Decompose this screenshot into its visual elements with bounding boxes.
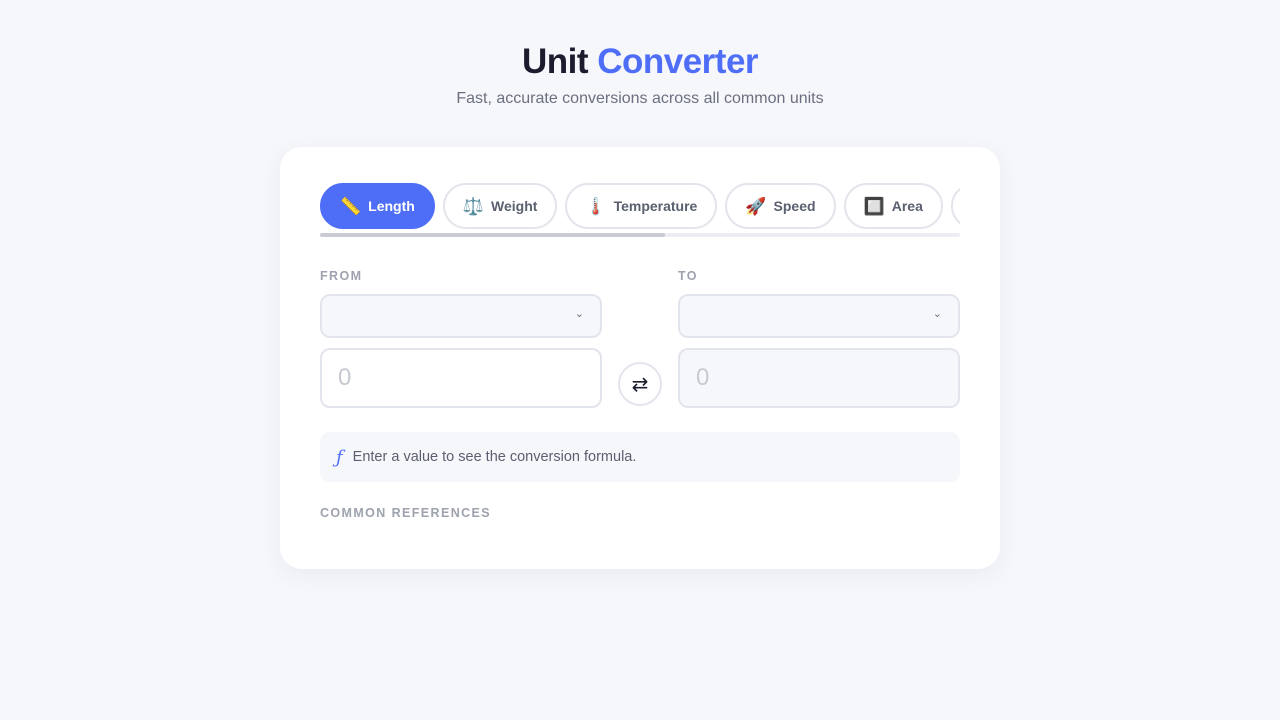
page-subtitle: Fast, accurate conversions across all co… [456,90,824,107]
tab-label: Speed [773,198,816,214]
to-value-output: 0 [678,348,960,408]
tab-weight[interactable]: ⚖️ Weight [442,183,558,229]
scale-icon: ⚖️ [462,196,484,216]
title-part-unit: Unit [521,42,589,81]
category-tabs: 📏 Length ⚖️ Weight 🌡️ Temperature 🚀 Spee… [320,183,960,237]
rocket-icon: 🚀 [745,196,767,216]
ruler-icon: 📏 [340,196,362,216]
swap-icon: ⇄ [631,373,649,396]
tab-label: Weight [491,198,538,214]
chevron-down-icon: ⌄ [932,308,942,320]
page-title: Unit Converter [0,40,1280,84]
title-part-converter: Converter [597,42,759,81]
tabs-scrollbar-thumb[interactable] [320,233,665,237]
from-unit-select[interactable]: ⌄ [320,294,602,338]
tab-label: Length [368,198,415,214]
to-label: TO [678,269,698,283]
tab-area[interactable]: 🔲 Area [843,183,943,229]
common-references-label: COMMON REFERENCES [320,506,492,520]
page-header: Unit Converter Fast, accurate conversion… [0,40,1280,108]
from-label: FROM [320,269,363,283]
chevron-down-icon: ⌄ [574,308,584,320]
thermometer-icon: 🌡️ [585,196,607,216]
converter-card: 📏 Length ⚖️ Weight 🌡️ Temperature 🚀 Spee… [280,147,1000,569]
tab-length[interactable]: 📏 Length [320,183,435,229]
tab-label: Temperature [613,198,698,214]
tab-label: Area [891,198,923,214]
swap-units-button[interactable]: ⇄ [618,362,662,406]
tab-volume[interactable]: 🧪 [950,183,960,229]
formula-box: ƒ Enter a value to see the conversion fo… [320,432,960,482]
to-unit-select[interactable]: ⌄ [678,294,960,338]
tab-temperature[interactable]: 🌡️ Temperature [565,183,718,229]
function-icon: ƒ [336,446,343,468]
tabs-scrollbar[interactable] [320,233,960,237]
from-value-input[interactable]: 0 [320,348,602,408]
square-icon: 🔲 [863,196,885,216]
formula-text: Enter a value to see the conversion form… [352,449,637,465]
tab-speed[interactable]: 🚀 Speed [725,183,836,229]
